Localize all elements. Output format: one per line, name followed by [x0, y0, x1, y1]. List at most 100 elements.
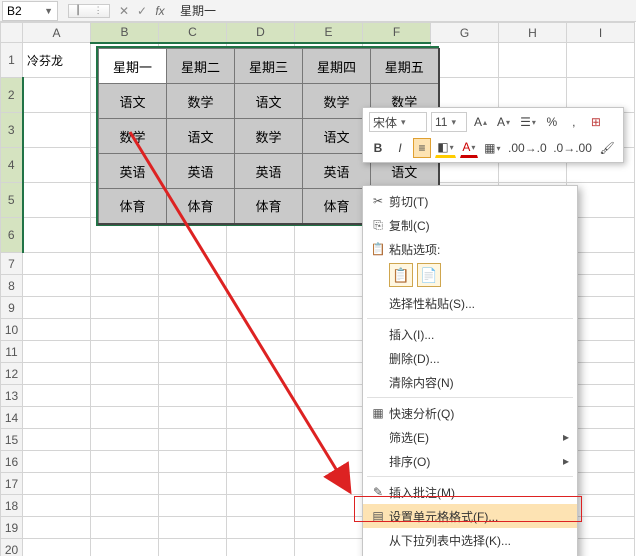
ctx-quick-analysis[interactable]: ▦ 快速分析(Q) [363, 401, 577, 425]
cell-B15[interactable] [91, 429, 159, 451]
ctx-copy[interactable]: ⎘ 复制(C) [363, 213, 577, 237]
font-size-combo[interactable]: 11 ▾ [431, 112, 467, 132]
row-header-12[interactable]: 12 [1, 363, 23, 385]
cell-A3[interactable] [23, 113, 91, 148]
row-header-11[interactable]: 11 [1, 341, 23, 363]
cell-E10[interactable] [295, 319, 363, 341]
cell-C12[interactable] [159, 363, 227, 385]
ctx-cut[interactable]: ✂ 剪切(T) [363, 189, 577, 213]
schedule-header-2[interactable]: 星期三 [235, 49, 303, 84]
cell-E11[interactable] [295, 341, 363, 363]
col-header-A[interactable]: A [23, 23, 91, 43]
ctx-delete[interactable]: 删除(D)... [363, 346, 577, 370]
cell-B11[interactable] [91, 341, 159, 363]
cell-E16[interactable] [295, 451, 363, 473]
schedule-cell-r0-c3[interactable]: 数学 [303, 84, 371, 119]
cell-A12[interactable] [23, 363, 91, 385]
row-header-17[interactable]: 17 [1, 473, 23, 495]
schedule-cell-r3-c1[interactable]: 体育 [167, 189, 235, 224]
paste-option-default[interactable]: 📋 [389, 263, 413, 287]
cell-A19[interactable] [23, 517, 91, 539]
cell-D19[interactable] [227, 517, 295, 539]
chevron-down-icon[interactable]: ▼ [44, 6, 53, 16]
row-header-15[interactable]: 15 [1, 429, 23, 451]
borders-icon[interactable]: ▦▾ [482, 138, 503, 158]
accounting-format-icon[interactable]: ☰▾ [517, 112, 539, 132]
formula-bar[interactable]: 星期一 [174, 2, 636, 19]
ctx-filter[interactable]: 筛选(E) ▸ [363, 425, 577, 449]
cell-C15[interactable] [159, 429, 227, 451]
cell-D15[interactable] [227, 429, 295, 451]
ctx-insert[interactable]: 插入(I)... [363, 322, 577, 346]
schedule-cell-r2-c3[interactable]: 英语 [303, 154, 371, 189]
row-header-7[interactable]: 7 [1, 253, 23, 275]
decrease-decimal-icon[interactable]: .00→.0 [507, 138, 548, 158]
schedule-header-3[interactable]: 星期四 [303, 49, 371, 84]
schedule-cell-r3-c0[interactable]: 体育 [99, 189, 167, 224]
cell-E8[interactable] [295, 275, 363, 297]
font-name-combo[interactable]: 宋体 ▾ [369, 112, 427, 132]
schedule-cell-r2-c1[interactable]: 英语 [167, 154, 235, 189]
schedule-cell-r1-c2[interactable]: 数学 [235, 119, 303, 154]
col-header-F[interactable]: F [363, 23, 431, 43]
schedule-cell-r0-c0[interactable]: 语文 [99, 84, 167, 119]
row-header-14[interactable]: 14 [1, 407, 23, 429]
cell-A5[interactable] [23, 183, 91, 218]
fill-color-icon[interactable]: ◧▾ [435, 138, 456, 158]
cell-A2[interactable] [23, 78, 91, 113]
conditional-format-icon[interactable]: ⊞ [587, 112, 605, 132]
cell-A9[interactable] [23, 297, 91, 319]
row-header-16[interactable]: 16 [1, 451, 23, 473]
cell-I1[interactable] [567, 43, 635, 78]
cell-D8[interactable] [227, 275, 295, 297]
cell-A1[interactable]: 冷芬龙 [23, 43, 91, 78]
col-header-C[interactable]: C [159, 23, 227, 43]
decrease-font-icon[interactable]: A▾ [494, 112, 513, 132]
cell-A8[interactable] [23, 275, 91, 297]
cell-E20[interactable] [295, 539, 363, 556]
cell-B10[interactable] [91, 319, 159, 341]
ctx-pinyin[interactable]: wén 显示拼音字段(S) [363, 552, 577, 556]
row-header-1[interactable]: 1 [1, 43, 23, 78]
cell-D11[interactable] [227, 341, 295, 363]
ctx-format-cells[interactable]: ▤ 设置单元格格式(F)... [363, 504, 577, 528]
cell-B7[interactable] [91, 253, 159, 275]
schedule-cell-r0-c2[interactable]: 语文 [235, 84, 303, 119]
col-header-E[interactable]: E [295, 23, 363, 43]
cell-A14[interactable] [23, 407, 91, 429]
col-header-H[interactable]: H [499, 23, 567, 43]
schedule-cell-r1-c0[interactable]: 数学 [99, 119, 167, 154]
schedule-cell-r1-c1[interactable]: 语文 [167, 119, 235, 154]
ctx-clear[interactable]: 清除内容(N) [363, 370, 577, 394]
schedule-header-4[interactable]: 星期五 [371, 49, 439, 84]
col-header-I[interactable]: I [567, 23, 635, 43]
cell-E14[interactable] [295, 407, 363, 429]
cell-D16[interactable] [227, 451, 295, 473]
col-header-D[interactable]: D [227, 23, 295, 43]
cell-G1[interactable] [431, 43, 499, 78]
schedule-header-1[interactable]: 星期二 [167, 49, 235, 84]
row-header-18[interactable]: 18 [1, 495, 23, 517]
cell-E13[interactable] [295, 385, 363, 407]
cell-B13[interactable] [91, 385, 159, 407]
schedule-cell-r1-c3[interactable]: 语文 [303, 119, 371, 154]
schedule-cell-r2-c2[interactable]: 英语 [235, 154, 303, 189]
col-header-B[interactable]: B [91, 23, 159, 43]
cell-A20[interactable] [23, 539, 91, 556]
cell-E18[interactable] [295, 495, 363, 517]
cell-C7[interactable] [159, 253, 227, 275]
schedule-header-0[interactable]: 星期一 [99, 49, 167, 84]
cell-E7[interactable] [295, 253, 363, 275]
align-center-icon[interactable]: ≡ [413, 138, 431, 158]
increase-decimal-icon[interactable]: .0→.00 [552, 138, 593, 158]
cell-D9[interactable] [227, 297, 295, 319]
schedule-cell-r3-c2[interactable]: 体育 [235, 189, 303, 224]
schedule-cell-r0-c1[interactable]: 数学 [167, 84, 235, 119]
row-header-20[interactable]: 20 [1, 539, 23, 556]
cell-A11[interactable] [23, 341, 91, 363]
cell-E17[interactable] [295, 473, 363, 495]
cell-C11[interactable] [159, 341, 227, 363]
row-header-2[interactable]: 2 [1, 78, 23, 113]
cell-B18[interactable] [91, 495, 159, 517]
cell-D13[interactable] [227, 385, 295, 407]
